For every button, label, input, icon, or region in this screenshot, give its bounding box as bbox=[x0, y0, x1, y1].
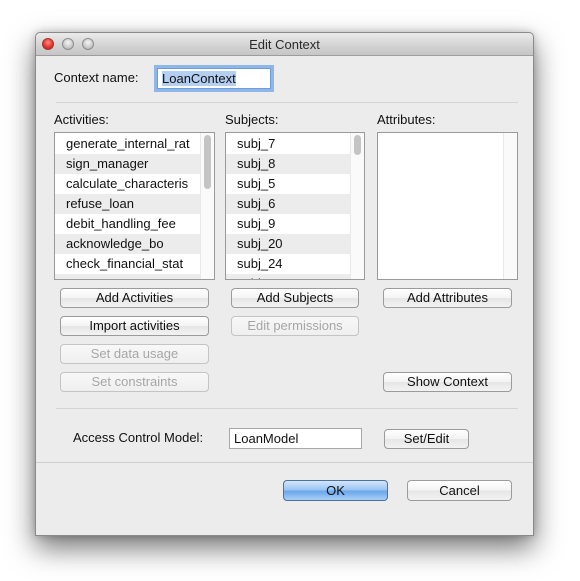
activities-list[interactable]: generate_internal_rat sign_manager calcu… bbox=[54, 132, 215, 280]
separator-bottom bbox=[36, 462, 533, 463]
context-name-input[interactable]: LoanContext bbox=[157, 68, 271, 89]
context-name-label: Context name: bbox=[54, 70, 139, 85]
list-item[interactable]: acknowledge_bo bbox=[55, 234, 200, 254]
list-item[interactable]: calculate_characteris bbox=[55, 174, 200, 194]
set-data-usage-button[interactable]: Set data usage bbox=[60, 344, 209, 364]
list-item[interactable]: generate_internal_rat bbox=[55, 134, 200, 154]
list-item[interactable]: subj_20 bbox=[226, 234, 350, 254]
set-edit-button[interactable]: Set/Edit bbox=[384, 429, 469, 449]
list-item[interactable]: subj_24 bbox=[226, 254, 350, 274]
attributes-list[interactable] bbox=[377, 132, 518, 280]
list-item[interactable]: subj_9 bbox=[226, 214, 350, 234]
list-item[interactable]: subj_6 bbox=[226, 194, 350, 214]
list-item[interactable]: refuse_loan bbox=[55, 194, 200, 214]
set-constraints-button[interactable]: Set constraints bbox=[60, 372, 209, 392]
list-item[interactable]: subj_2 bbox=[226, 274, 350, 279]
context-name-value: LoanContext bbox=[162, 71, 236, 86]
list-item[interactable]: subj_8 bbox=[226, 154, 350, 174]
list-item[interactable]: subj_7 bbox=[226, 134, 350, 154]
ok-button[interactable]: OK bbox=[283, 480, 388, 501]
edit-permissions-button[interactable]: Edit permissions bbox=[231, 316, 359, 336]
subjects-label: Subjects: bbox=[225, 112, 279, 127]
title-bar[interactable]: Edit Context bbox=[36, 33, 533, 56]
list-item[interactable]: ... bbox=[55, 274, 200, 279]
subjects-scroll-thumb[interactable] bbox=[354, 135, 361, 155]
activities-scroll-thumb[interactable] bbox=[204, 135, 211, 189]
subjects-list[interactable]: subj_7 subj_8 subj_5 subj_6 subj_9 subj_… bbox=[225, 132, 365, 280]
separator-top bbox=[56, 102, 518, 103]
edit-context-dialog: Edit Context Context name: LoanContext A… bbox=[35, 32, 534, 536]
access-control-model-label: Access Control Model: bbox=[73, 430, 204, 445]
show-context-button[interactable]: Show Context bbox=[383, 372, 512, 392]
list-item[interactable]: sign_manager bbox=[55, 154, 200, 174]
access-control-model-input[interactable]: LoanModel bbox=[229, 428, 362, 449]
separator-middle bbox=[56, 408, 518, 409]
list-item[interactable]: check_financial_stat bbox=[55, 254, 200, 274]
add-subjects-button[interactable]: Add Subjects bbox=[231, 288, 359, 308]
subjects-scrollbar[interactable] bbox=[350, 133, 364, 279]
add-activities-button[interactable]: Add Activities bbox=[60, 288, 209, 308]
attributes-scrollbar[interactable] bbox=[503, 133, 517, 279]
activities-scrollbar[interactable] bbox=[200, 133, 214, 279]
attributes-label: Attributes: bbox=[377, 112, 436, 127]
window-title: Edit Context bbox=[249, 37, 320, 52]
activities-label: Activities: bbox=[54, 112, 109, 127]
cancel-button[interactable]: Cancel bbox=[407, 480, 512, 501]
import-activities-button[interactable]: Import activities bbox=[60, 316, 209, 336]
add-attributes-button[interactable]: Add Attributes bbox=[383, 288, 512, 308]
list-item[interactable]: debit_handling_fee bbox=[55, 214, 200, 234]
list-item[interactable]: subj_5 bbox=[226, 174, 350, 194]
